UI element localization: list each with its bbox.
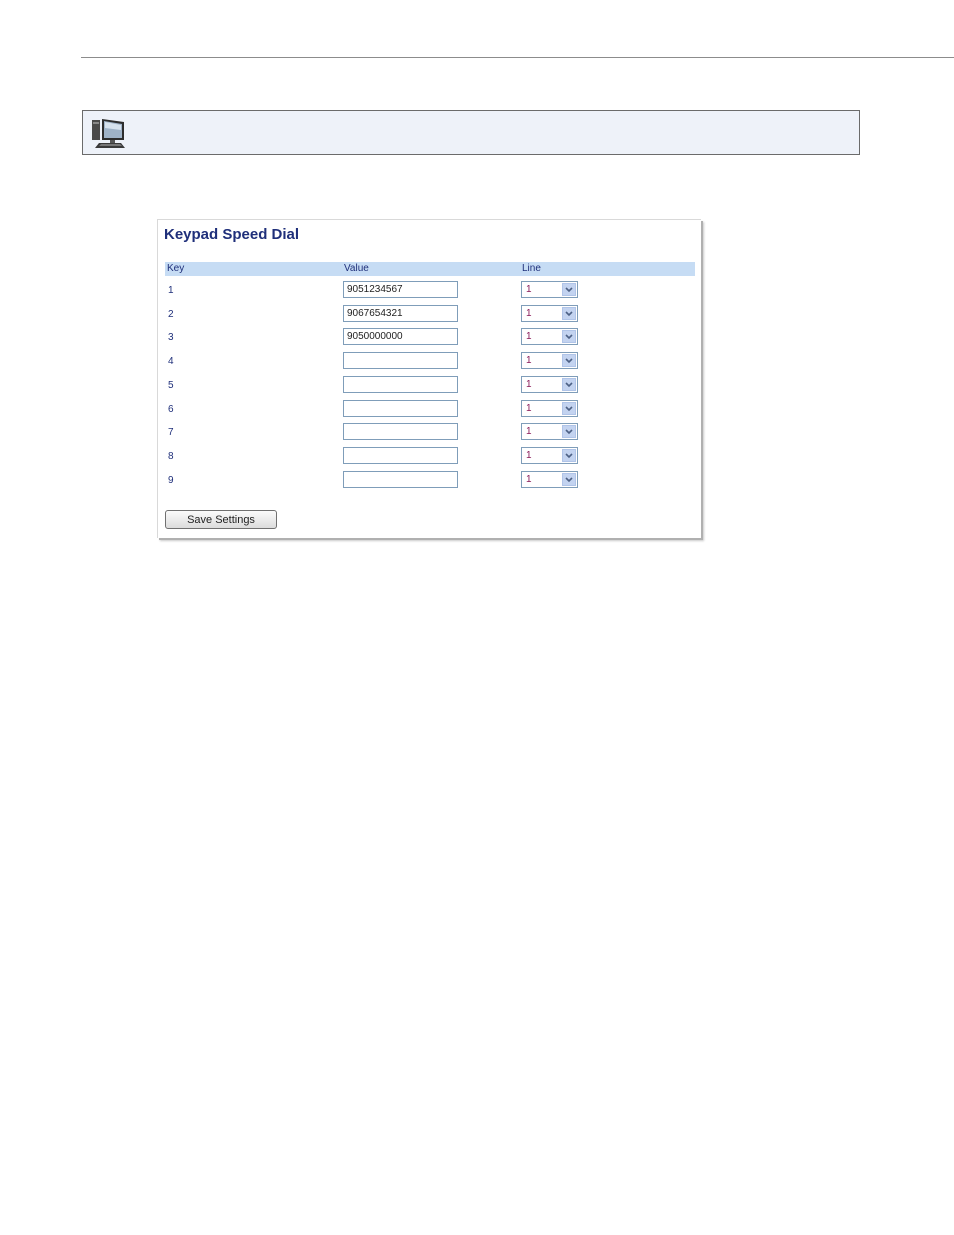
save-settings-button[interactable]: Save Settings	[165, 510, 277, 529]
note-banner	[82, 110, 860, 155]
table-row: 51	[158, 374, 701, 398]
line-select[interactable]: 1	[521, 446, 578, 464]
speed-dial-value-input[interactable]	[343, 375, 458, 393]
row-key: 6	[168, 403, 174, 415]
speed-dial-value-input[interactable]	[343, 352, 458, 370]
table-row: 11	[158, 279, 701, 303]
column-header-line: Line	[522, 263, 541, 274]
chevron-down-icon[interactable]	[562, 306, 576, 320]
row-key: 4	[168, 356, 174, 368]
chevron-down-icon[interactable]	[562, 283, 576, 296]
line-select-value: 1	[526, 331, 532, 343]
line-select-value: 1	[526, 307, 532, 319]
chevron-down-icon[interactable]	[562, 401, 576, 415]
line-select[interactable]: 1	[521, 375, 578, 393]
row-key: 3	[168, 332, 174, 344]
chevron-down-icon[interactable]	[562, 425, 576, 439]
top-rule	[81, 57, 954, 58]
table-row: 71	[158, 421, 701, 445]
row-key: 7	[168, 427, 174, 439]
line-select-value: 1	[526, 426, 532, 438]
column-header-value: Value	[344, 263, 369, 274]
chevron-down-icon[interactable]	[562, 472, 576, 486]
line-select-value: 1	[526, 402, 532, 414]
row-key: 5	[168, 379, 174, 391]
line-select[interactable]: 1	[521, 304, 578, 322]
line-select-value: 1	[526, 449, 532, 461]
line-select[interactable]: 1	[521, 423, 578, 441]
line-select[interactable]: 1	[521, 352, 578, 370]
row-key: 8	[168, 450, 174, 462]
line-select-value: 1	[526, 378, 532, 390]
table-row: 91	[158, 469, 701, 493]
speed-dial-value-input[interactable]	[343, 328, 458, 346]
keypad-speed-dial-panel: Keypad Speed Dial Key Value Line 1121314…	[157, 219, 701, 538]
row-key: 2	[168, 308, 174, 320]
table-row: 31	[158, 326, 701, 350]
line-select[interactable]: 1	[521, 399, 578, 417]
line-select-value: 1	[526, 473, 532, 485]
line-select[interactable]: 1	[521, 470, 578, 488]
table-row: 21	[158, 303, 701, 327]
chevron-down-icon[interactable]	[562, 448, 576, 462]
row-key: 9	[168, 474, 174, 486]
speed-dial-value-input[interactable]	[343, 304, 458, 322]
row-key: 1	[168, 285, 174, 296]
speed-dial-value-input[interactable]	[343, 423, 458, 441]
speed-dial-value-input[interactable]	[343, 446, 458, 464]
table-row: 61	[158, 398, 701, 422]
chevron-down-icon[interactable]	[562, 330, 576, 344]
line-select[interactable]: 1	[521, 281, 578, 298]
speed-dial-value-input[interactable]	[343, 470, 458, 488]
chevron-down-icon[interactable]	[562, 354, 576, 368]
table-row: 41	[158, 350, 701, 374]
line-select-value: 1	[526, 284, 532, 295]
table-header: Key Value Line	[165, 262, 695, 276]
chevron-down-icon[interactable]	[562, 377, 576, 391]
table-row: 81	[158, 445, 701, 469]
line-select[interactable]: 1	[521, 328, 578, 346]
column-header-key: Key	[167, 263, 185, 274]
panel-title: Keypad Speed Dial	[164, 226, 300, 243]
speed-dial-value-input[interactable]	[343, 281, 458, 298]
speed-dial-value-input[interactable]	[343, 399, 458, 417]
line-select-value: 1	[526, 355, 532, 367]
computer-monitor-icon	[91, 116, 127, 150]
